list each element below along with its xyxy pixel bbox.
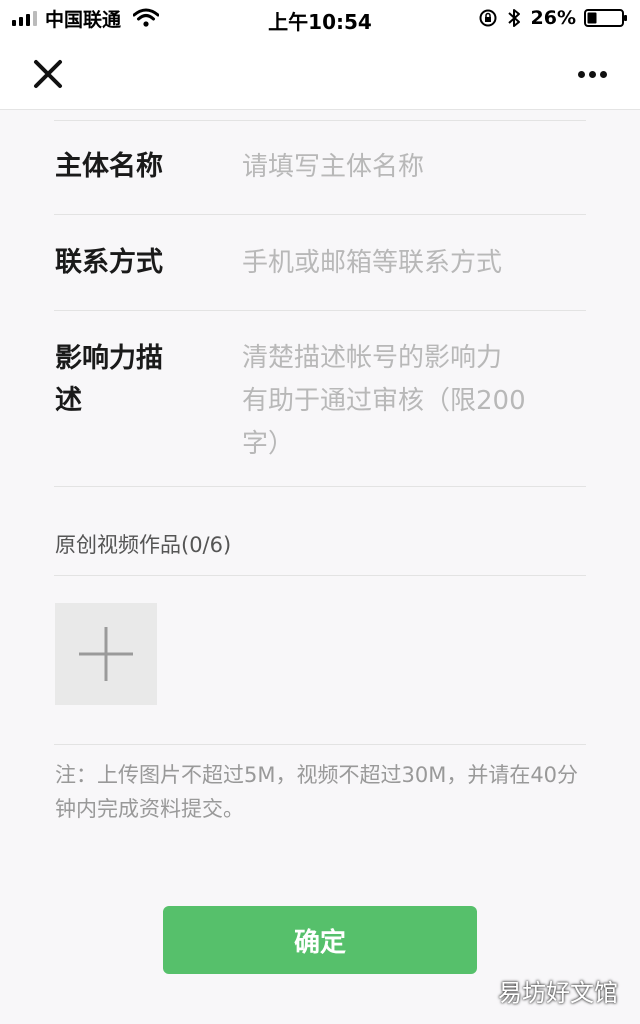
contact-input[interactable] <box>242 242 582 285</box>
field-label-influence: 影响力描 述 <box>55 338 163 422</box>
field-label-contact: 联系方式 <box>55 247 163 278</box>
divider <box>54 214 586 215</box>
divider <box>54 310 586 311</box>
divider <box>54 575 586 576</box>
battery-icon <box>584 9 627 27</box>
entity-name-input[interactable] <box>242 146 582 189</box>
more-icon-dot <box>588 70 596 78</box>
field-label-entity-name: 主体名称 <box>55 151 163 182</box>
more-button[interactable] <box>572 54 612 94</box>
field-label-influence-line1: 影响力描 <box>55 343 163 374</box>
close-button[interactable] <box>28 54 68 94</box>
status-bar: 中国联通 上午10:54 26% <box>0 0 640 36</box>
rotation-lock-icon <box>479 9 497 27</box>
plus-icon <box>79 627 133 681</box>
watermark: 易坊好文馆 <box>498 979 618 1007</box>
works-section-title: 原创视频作品(0/6) <box>55 533 232 557</box>
divider <box>54 744 586 745</box>
add-video-button[interactable] <box>55 603 157 705</box>
field-label-influence-line2: 述 <box>55 385 82 416</box>
bluetooth-icon <box>507 9 520 27</box>
divider <box>54 486 586 487</box>
more-icon-dot <box>599 70 607 78</box>
confirm-button[interactable]: 确定 <box>163 906 477 974</box>
nav-bar <box>0 36 640 110</box>
close-icon <box>34 60 62 88</box>
divider <box>54 120 586 121</box>
influence-description-input[interactable] <box>242 337 582 469</box>
status-right: 26% <box>479 6 628 30</box>
more-icon-dot <box>577 70 585 78</box>
battery-percentage: 26% <box>530 7 576 29</box>
upload-note: 注：上传图片不超过5M，视频不超过30M，并请在40分钟内完成资料提交。 <box>55 763 579 821</box>
